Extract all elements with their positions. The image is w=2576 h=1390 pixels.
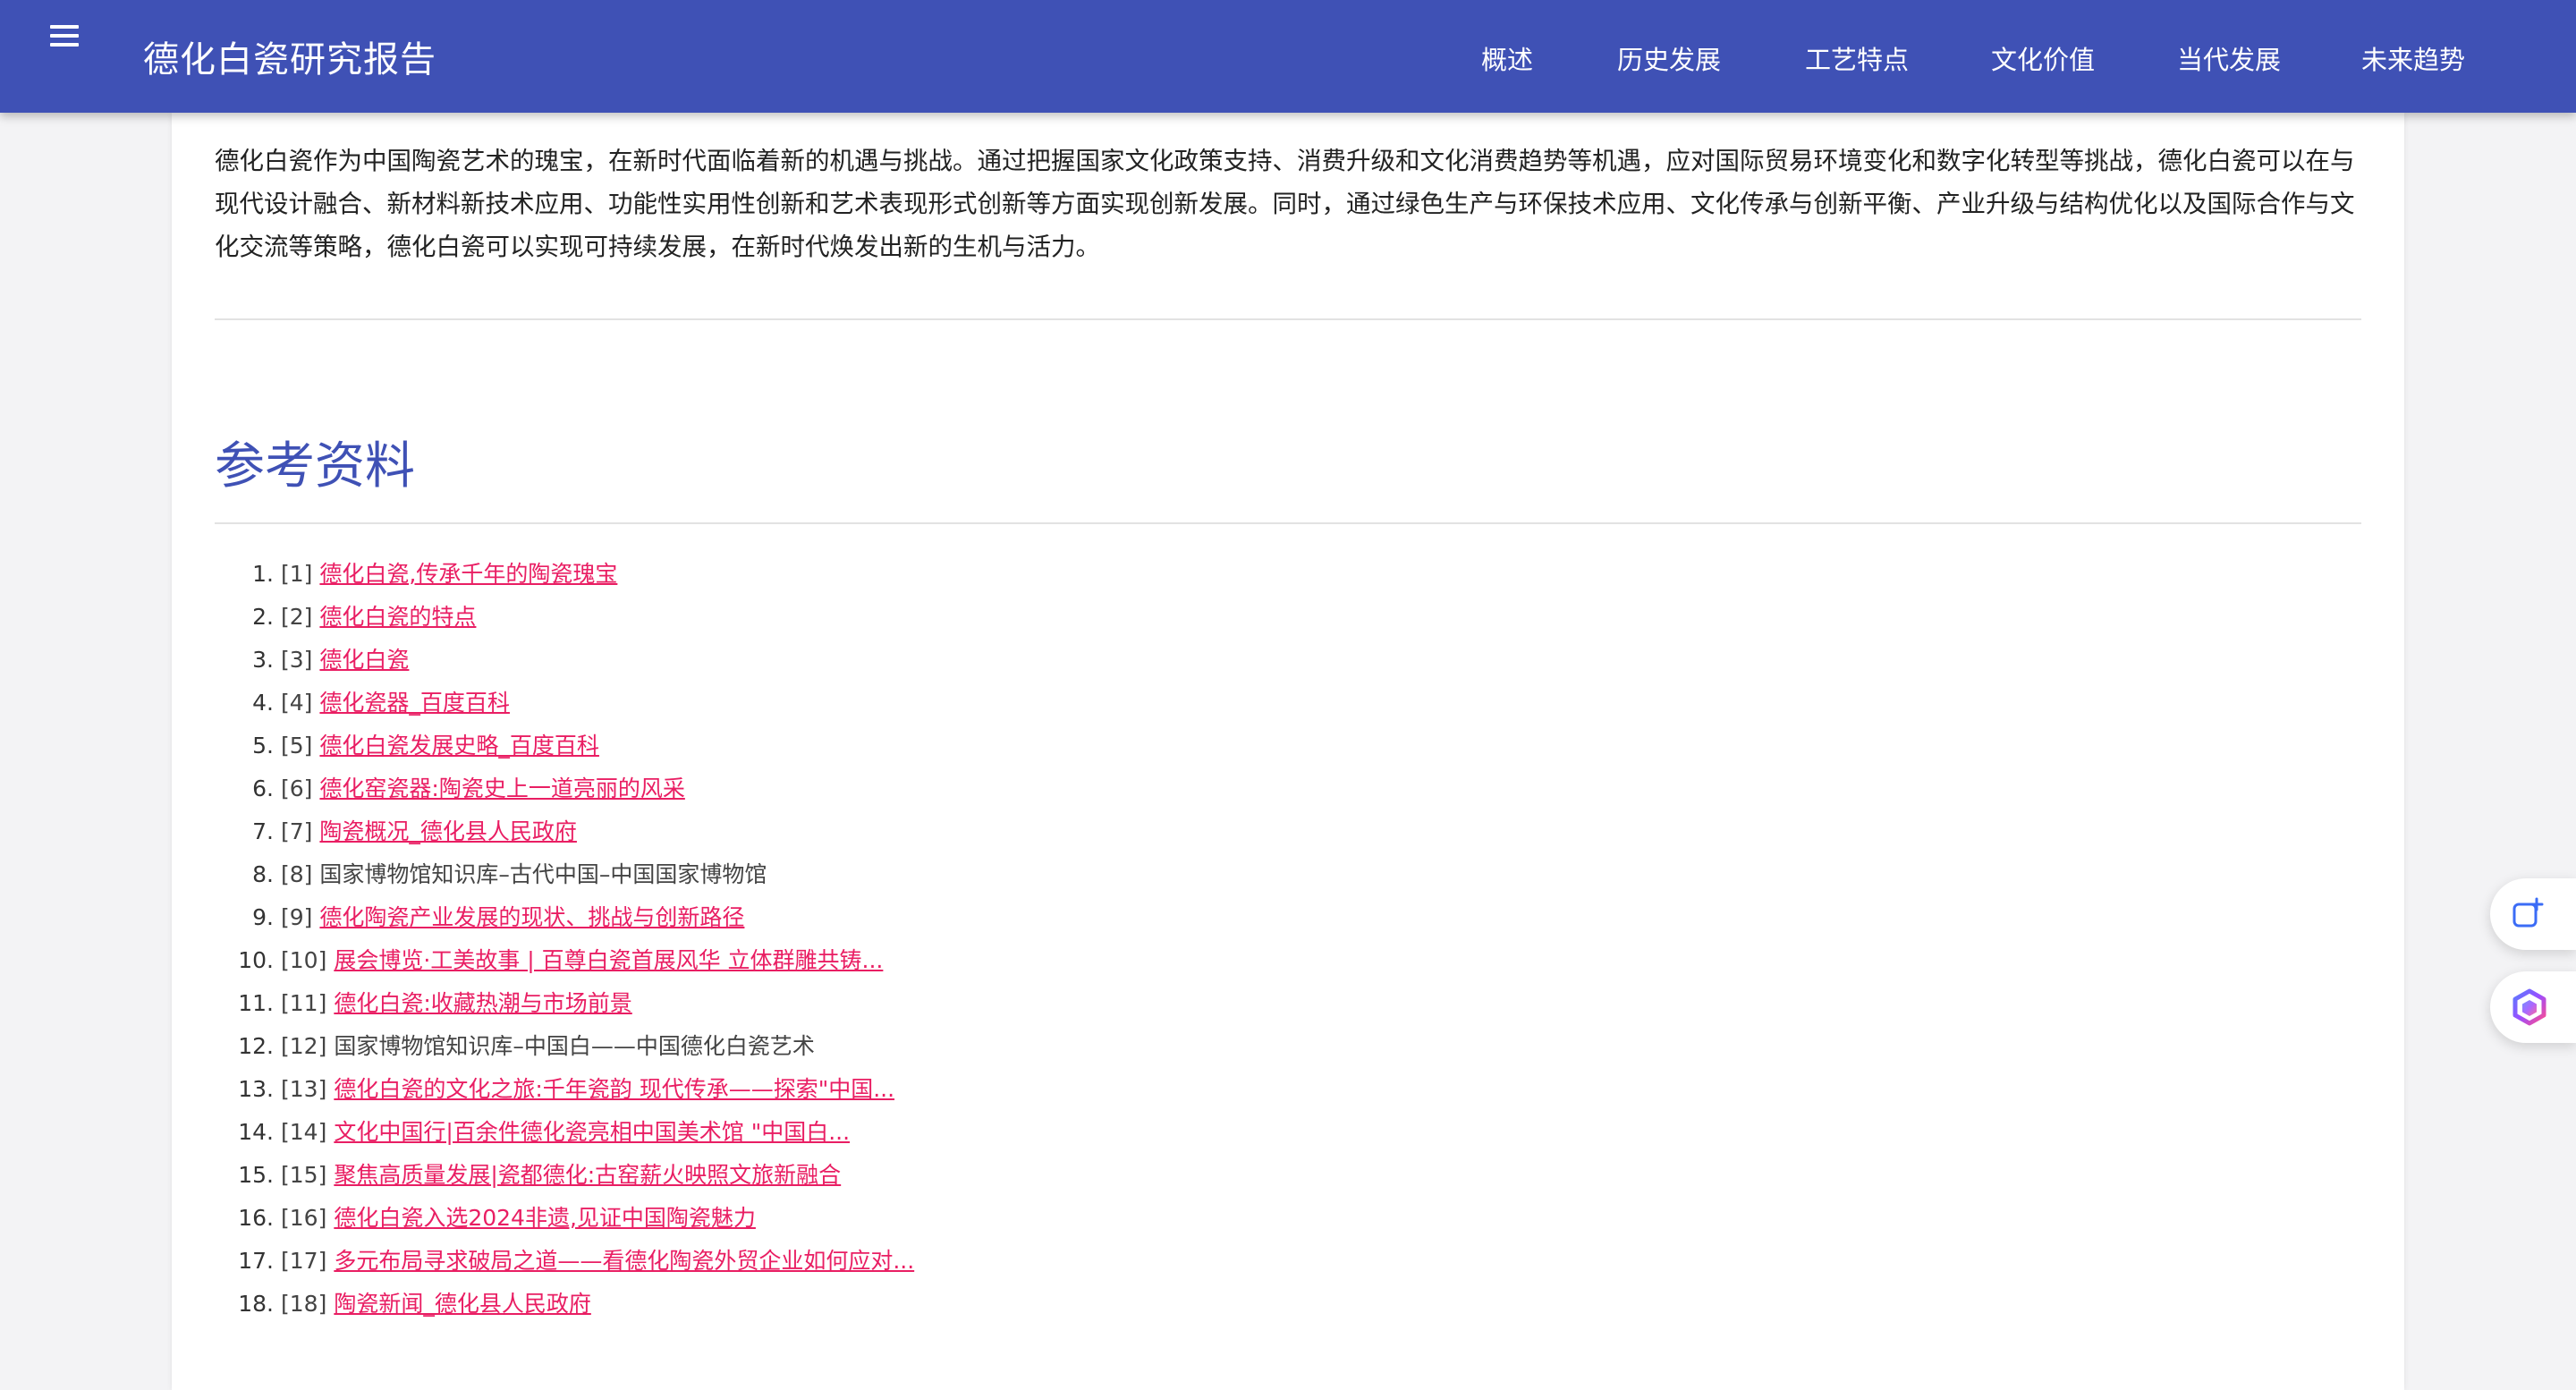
- nav-item-overview[interactable]: 概述: [1481, 39, 1533, 77]
- reference-number: 9.: [252, 904, 274, 930]
- reference-item: 11. [11] 德化白瓷:收藏热潮与市场前景: [215, 982, 2272, 1025]
- reference-item: 13. [13] 德化白瓷的文化之旅:千年瓷韵 现代传承——探索"中国...: [215, 1068, 2272, 1111]
- reference-tag: [9]: [281, 904, 313, 930]
- menu-bar-line: [50, 34, 79, 38]
- reference-number: 2.: [252, 604, 274, 630]
- reference-link[interactable]: 德化白瓷的特点: [319, 596, 476, 639]
- reference-number: 1.: [252, 561, 274, 587]
- reference-item: 8. [8] 国家博物馆知识库–古代中国–中国国家博物馆: [215, 853, 2272, 896]
- reference-number: 17.: [238, 1248, 274, 1274]
- reference-number: 4.: [252, 690, 274, 716]
- reference-text: 国家博物馆知识库–古代中国–中国国家博物馆: [319, 861, 767, 887]
- reference-item: 10. [10] 展会博览·工美故事 | 百尊白瓷首展风华 立体群雕共铸...: [215, 939, 2272, 982]
- reference-item: 2. [2] 德化白瓷的特点: [215, 596, 2272, 639]
- reference-tag: [18]: [281, 1291, 327, 1317]
- reference-tag: [6]: [281, 776, 313, 801]
- reference-number: 7.: [252, 818, 274, 844]
- reference-link[interactable]: 德化白瓷:收藏热潮与市场前景: [334, 982, 631, 1025]
- summary-paragraph: 德化白瓷作为中国陶瓷艺术的瑰宝，在新时代面临着新的机遇与挑战。通过把握国家文化政…: [215, 147, 2355, 261]
- reference-tag: [8]: [281, 861, 313, 887]
- reference-item: 14. [14] 文化中国行|百余件德化瓷亮相中国美术馆 "中国白...: [215, 1111, 2272, 1154]
- reference-link[interactable]: 陶瓷新闻_德化县人民政府: [334, 1283, 591, 1326]
- reference-tag: [4]: [281, 690, 313, 716]
- reference-number: 8.: [252, 861, 274, 887]
- assistant-logo-icon: [2512, 988, 2546, 1026]
- nav-item-history[interactable]: 历史发展: [1617, 39, 1721, 77]
- reference-item: 6. [6] 德化窑瓷器:陶瓷史上一道亮丽的风采: [215, 767, 2272, 810]
- reference-text: 国家博物馆知识库–中国白——中国德化白瓷艺术: [334, 1033, 815, 1059]
- reference-link[interactable]: 聚焦高质量发展|瓷都德化:古窑薪火映照文旅新融合: [334, 1154, 841, 1197]
- reference-item: 7. [7] 陶瓷概况_德化县人民政府: [215, 810, 2272, 853]
- menu-bar-line: [50, 25, 79, 29]
- reference-item: 15. [15] 聚焦高质量发展|瓷都德化:古窑薪火映照文旅新融合: [215, 1154, 2272, 1197]
- reference-item: 12. [12] 国家博物馆知识库–中国白——中国德化白瓷艺术: [215, 1025, 2272, 1068]
- reference-link[interactable]: 德化白瓷发展史略_百度百科: [319, 725, 599, 767]
- reference-number: 11.: [238, 990, 274, 1016]
- reference-link[interactable]: 展会博览·工美故事 | 百尊白瓷首展风华 立体群雕共铸...: [334, 939, 883, 982]
- reference-link[interactable]: 德化白瓷,传承千年的陶瓷瑰宝: [319, 553, 617, 596]
- reference-link[interactable]: 德化窑瓷器:陶瓷史上一道亮丽的风采: [319, 767, 684, 810]
- reference-tag: [13]: [281, 1076, 327, 1102]
- reference-number: 14.: [238, 1119, 274, 1145]
- new-chat-icon: [2512, 897, 2544, 928]
- reference-number: 6.: [252, 776, 274, 801]
- reference-tag: [17]: [281, 1248, 327, 1274]
- references-list: 1. [1] 德化白瓷,传承千年的陶瓷瑰宝 2. [2] 德化白瓷的特点 3. [3] 德化白瓷…: [215, 553, 2272, 1326]
- reference-number: 18.: [238, 1291, 274, 1317]
- reference-number: 13.: [238, 1076, 274, 1102]
- reference-item: 4. [4] 德化瓷器_百度百科: [215, 682, 2272, 725]
- reference-item: 16. [16] 德化白瓷入选2024非遗,见证中国陶瓷魅力: [215, 1197, 2272, 1240]
- reference-item: 3. [3] 德化白瓷: [215, 639, 2272, 682]
- reference-link[interactable]: 文化中国行|百余件德化瓷亮相中国美术馆 "中国白...: [334, 1111, 850, 1154]
- reference-tag: [1]: [281, 561, 313, 587]
- menu-bar-line: [50, 43, 79, 47]
- reference-number: 10.: [238, 947, 274, 973]
- reference-tag: [16]: [281, 1205, 327, 1231]
- reference-number: 5.: [252, 733, 274, 759]
- nav-item-culture[interactable]: 文化价值: [1991, 39, 2095, 77]
- references-heading: 参考资料: [215, 437, 415, 496]
- reference-tag: [2]: [281, 604, 313, 630]
- reference-link[interactable]: 德化白瓷: [319, 639, 409, 682]
- hamburger-menu-icon[interactable]: [47, 18, 82, 54]
- nav-item-contemporary[interactable]: 当代发展: [2177, 39, 2281, 77]
- top-app-bar: 德化白瓷研究报告 概述 历史发展 工艺特点 文化价值 当代发展 未来趋势: [0, 0, 2576, 113]
- reference-tag: [15]: [281, 1162, 327, 1188]
- reference-number: 3.: [252, 647, 274, 673]
- reference-tag: [10]: [281, 947, 327, 973]
- app-title: 德化白瓷研究报告: [143, 39, 436, 81]
- reference-number: 16.: [238, 1205, 274, 1231]
- assistant-button[interactable]: [2490, 971, 2576, 1043]
- nav-item-future[interactable]: 未来趋势: [2361, 39, 2465, 77]
- nav-item-craft[interactable]: 工艺特点: [1805, 39, 1909, 77]
- reference-tag: [3]: [281, 647, 313, 673]
- reference-tag: [12]: [281, 1033, 327, 1059]
- reference-item: 5. [5] 德化白瓷发展史略_百度百科: [215, 725, 2272, 767]
- reference-item: 17. [17] 多元布局寻求破局之道——看德化陶瓷外贸企业如何应对...: [215, 1240, 2272, 1283]
- reference-link[interactable]: 德化白瓷入选2024非遗,见证中国陶瓷魅力: [334, 1197, 756, 1240]
- reference-item: 1. [1] 德化白瓷,传承千年的陶瓷瑰宝: [215, 553, 2272, 596]
- reference-link[interactable]: 德化陶瓷产业发展的现状、挑战与创新路径: [319, 896, 744, 939]
- reference-link[interactable]: 德化瓷器_百度百科: [319, 682, 510, 725]
- reference-link[interactable]: 陶瓷概况_德化县人民政府: [319, 810, 577, 853]
- content-card: 德化白瓷作为中国陶瓷艺术的瑰宝，在新时代面临着新的机遇与挑战。通过把握国家文化政…: [172, 113, 2404, 1390]
- reference-item: 18. [18] 陶瓷新闻_德化县人民政府: [215, 1283, 2272, 1326]
- reference-tag: [14]: [281, 1119, 327, 1145]
- reference-item: 9. [9] 德化陶瓷产业发展的现状、挑战与创新路径: [215, 896, 2272, 939]
- reference-number: 12.: [238, 1033, 274, 1059]
- heading-divider: [215, 522, 2361, 524]
- reference-tag: [5]: [281, 733, 313, 759]
- reference-link[interactable]: 多元布局寻求破局之道——看德化陶瓷外贸企业如何应对...: [334, 1240, 914, 1283]
- section-divider: [215, 318, 2361, 320]
- new-chat-button[interactable]: [2490, 878, 2576, 950]
- reference-tag: [7]: [281, 818, 313, 844]
- reference-number: 15.: [238, 1162, 274, 1188]
- reference-tag: [11]: [281, 990, 327, 1016]
- reference-link[interactable]: 德化白瓷的文化之旅:千年瓷韵 现代传承——探索"中国...: [334, 1068, 894, 1111]
